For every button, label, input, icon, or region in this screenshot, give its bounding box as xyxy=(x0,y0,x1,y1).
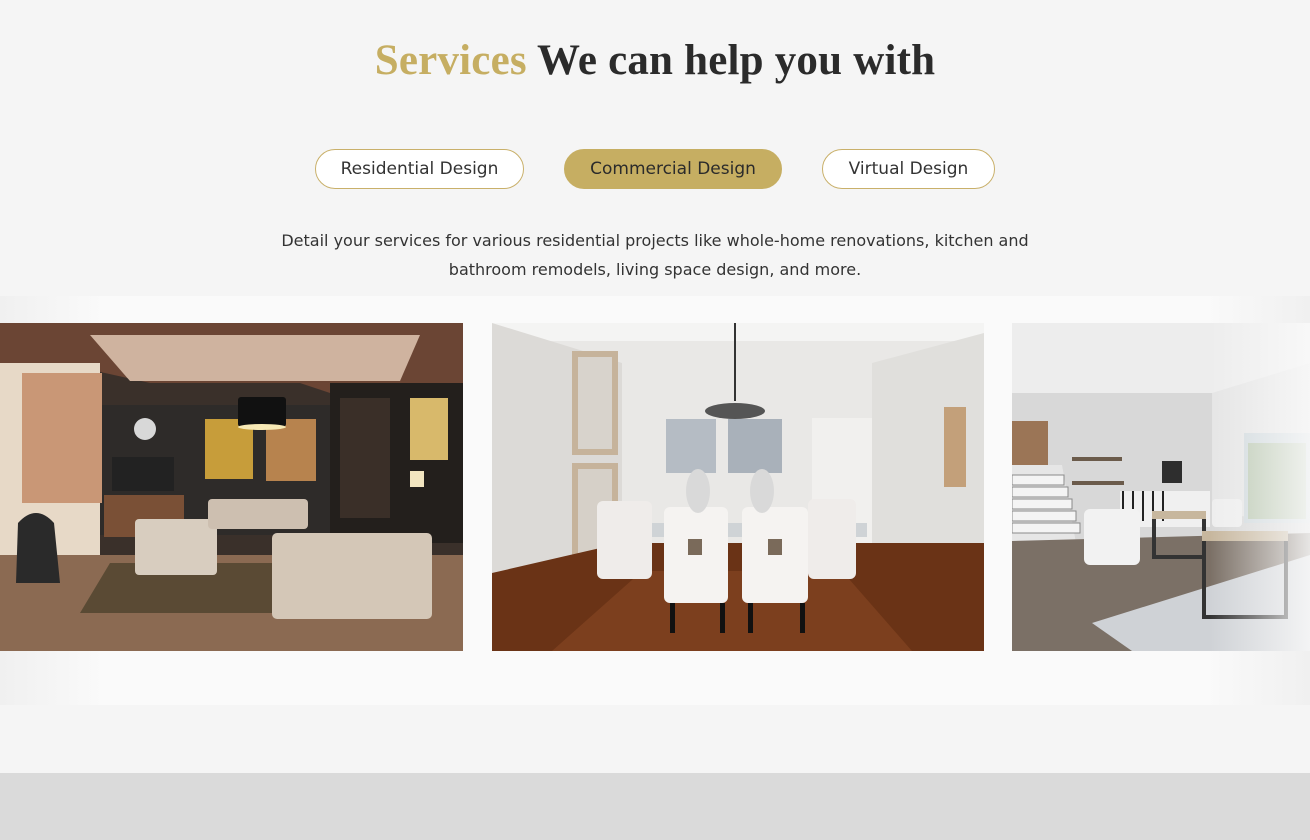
living-room-photo[interactable] xyxy=(0,323,463,651)
service-description: Detail your services for various residen… xyxy=(281,231,1029,279)
open-living-staircase-photo[interactable] xyxy=(1012,323,1310,651)
footer-band xyxy=(0,773,1310,840)
gallery-fade-overlay xyxy=(1210,323,1310,651)
living-room-illustration xyxy=(0,323,463,651)
dining-room-photo[interactable] xyxy=(492,323,984,651)
service-tabs: Residential Design Commercial Design Vir… xyxy=(0,149,1310,189)
tab-commercial-design[interactable]: Commercial Design xyxy=(564,149,782,189)
tab-residential-design[interactable]: Residential Design xyxy=(315,149,524,189)
heading-text: We can help you with xyxy=(537,37,936,84)
heading-accent: Services xyxy=(374,37,527,84)
section-heading: Services We can help you with xyxy=(0,36,1310,85)
tab-virtual-design[interactable]: Virtual Design xyxy=(822,149,995,189)
dining-room-illustration xyxy=(492,323,984,651)
